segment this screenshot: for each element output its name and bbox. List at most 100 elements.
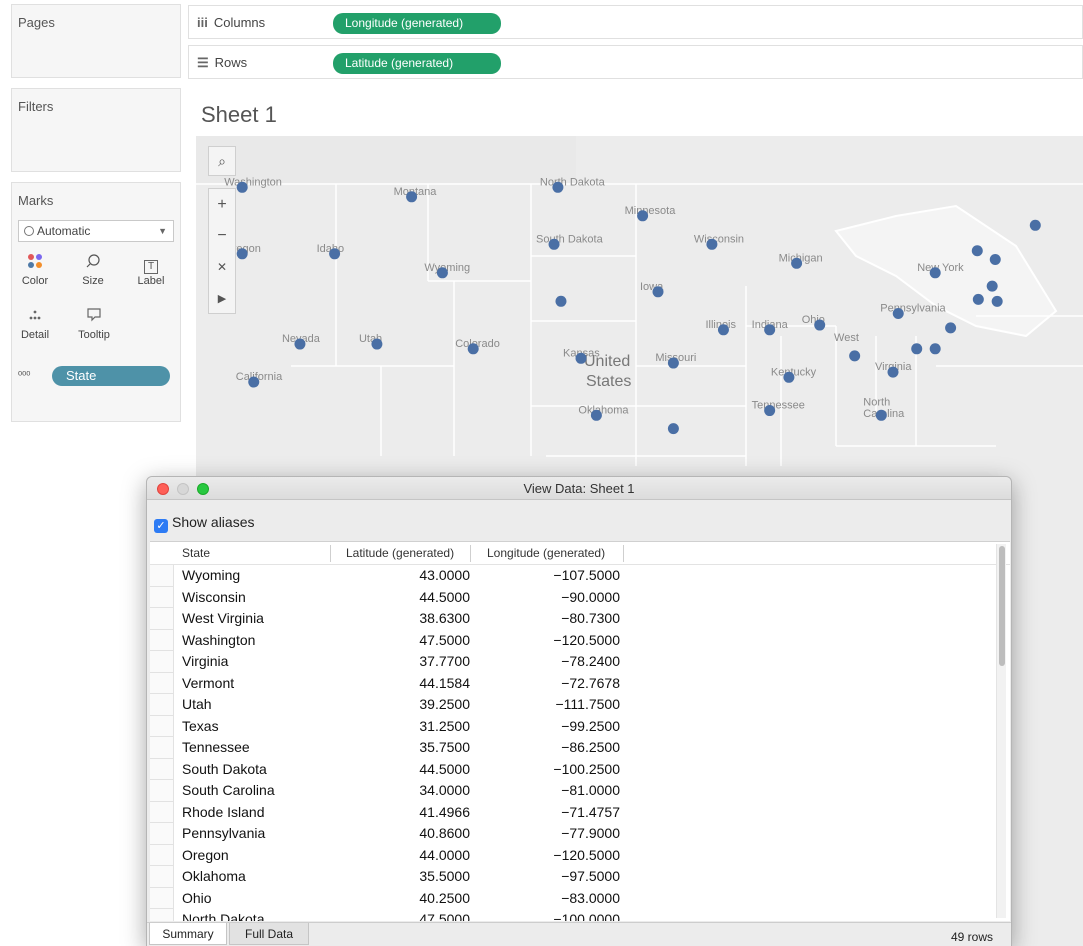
table-row[interactable]: Texas 31.2500 −99.2500 xyxy=(150,715,1010,737)
table-row[interactable]: Oklahoma 35.5000 −97.5000 xyxy=(150,866,1010,888)
detail-card[interactable]: Detail xyxy=(16,307,54,349)
table-row[interactable]: Oregon 44.0000 −120.5000 xyxy=(150,844,1010,866)
state-mark[interactable] xyxy=(467,343,479,355)
row-header[interactable] xyxy=(150,887,174,909)
table-row[interactable]: Ohio 40.2500 −83.0000 xyxy=(150,887,1010,909)
state-mark[interactable] xyxy=(652,286,664,298)
row-header[interactable] xyxy=(150,565,174,587)
tab-full-data[interactable]: Full Data xyxy=(229,923,309,945)
size-card[interactable]: Size xyxy=(74,253,112,295)
state-mark[interactable] xyxy=(849,350,861,362)
filters-pane[interactable]: Filters xyxy=(11,88,181,172)
pages-pane[interactable]: Pages xyxy=(11,4,181,78)
show-aliases-checkbox[interactable]: ✓ Show aliases xyxy=(154,514,255,533)
mark-type-dropdown[interactable]: Automatic ▼ xyxy=(18,220,174,242)
table-row[interactable]: West Virginia 38.6300 −80.7300 xyxy=(150,608,1010,630)
state-mark[interactable] xyxy=(1029,219,1041,231)
state-mark[interactable] xyxy=(667,357,679,369)
state-mark[interactable] xyxy=(929,267,941,279)
state-mark[interactable] xyxy=(329,248,341,260)
color-card[interactable]: Color xyxy=(16,253,54,295)
table-row[interactable]: North Dakota 47.5000 −100.0000 xyxy=(150,909,1010,921)
state-mark[interactable] xyxy=(236,248,248,260)
state-mark[interactable] xyxy=(436,267,448,279)
zoom-in-button[interactable]: + xyxy=(209,189,235,220)
row-header[interactable] xyxy=(150,909,174,921)
row-header[interactable] xyxy=(150,586,174,608)
state-mark[interactable] xyxy=(555,295,567,307)
label-card[interactable]: T Label xyxy=(132,253,170,295)
row-header[interactable] xyxy=(150,780,174,802)
table-row[interactable]: Virginia 37.7700 −78.2400 xyxy=(150,651,1010,673)
columns-shelf[interactable]: iii Columns Longitude (generated) xyxy=(188,5,1083,39)
state-mark[interactable] xyxy=(764,324,776,336)
row-header[interactable] xyxy=(150,608,174,630)
state-mark[interactable] xyxy=(590,409,602,421)
state-mark[interactable] xyxy=(667,423,679,435)
state-mark[interactable] xyxy=(791,257,803,269)
state-mark[interactable] xyxy=(764,405,776,417)
state-mark[interactable] xyxy=(294,338,306,350)
state-mark[interactable] xyxy=(971,245,983,257)
table-row[interactable]: Wyoming 43.0000 −107.5000 xyxy=(150,565,1010,587)
state-mark[interactable] xyxy=(548,238,560,250)
state-field-pill[interactable]: State xyxy=(52,366,170,386)
table-scrollbar[interactable] xyxy=(996,544,1006,918)
row-header[interactable] xyxy=(150,715,174,737)
table-row[interactable]: Rhode Island 41.4966 −71.4757 xyxy=(150,801,1010,823)
table-row[interactable]: Wisconsin 44.5000 −90.0000 xyxy=(150,586,1010,608)
table-row[interactable]: South Carolina 34.0000 −81.0000 xyxy=(150,780,1010,802)
row-header[interactable] xyxy=(150,672,174,694)
state-mark[interactable] xyxy=(575,352,587,364)
state-mark[interactable] xyxy=(945,322,957,334)
state-mark[interactable] xyxy=(972,293,984,305)
column-divider[interactable] xyxy=(623,545,624,562)
row-header[interactable] xyxy=(150,866,174,888)
latitude-pill[interactable]: Latitude (generated) xyxy=(333,53,501,74)
row-header[interactable] xyxy=(150,694,174,716)
table-row[interactable]: Vermont 44.1584 −72.7678 xyxy=(150,672,1010,694)
dialog-titlebar[interactable]: View Data: Sheet 1 xyxy=(147,477,1011,500)
row-header[interactable] xyxy=(150,651,174,673)
state-mark[interactable] xyxy=(814,319,826,331)
row-header[interactable] xyxy=(150,629,174,651)
state-mark[interactable] xyxy=(989,254,1001,265)
map-search-button[interactable]: ⌕ xyxy=(208,146,236,176)
row-header[interactable] xyxy=(150,844,174,866)
state-mark[interactable] xyxy=(248,376,260,388)
state-mark[interactable] xyxy=(783,371,795,383)
col-header-longitude[interactable]: Longitude (generated) xyxy=(487,546,605,560)
table-row[interactable]: Utah 39.2500 −111.7500 xyxy=(150,694,1010,716)
row-header[interactable] xyxy=(150,737,174,759)
col-header-state[interactable]: State xyxy=(182,546,210,560)
state-mark[interactable] xyxy=(637,210,649,222)
table-row[interactable]: Pennsylvania 40.8600 −77.9000 xyxy=(150,823,1010,845)
longitude-pill[interactable]: Longitude (generated) xyxy=(333,13,501,34)
tooltip-card[interactable]: Tooltip xyxy=(72,307,116,349)
tab-summary[interactable]: Summary xyxy=(149,923,227,945)
scrollbar-thumb[interactable] xyxy=(999,546,1005,666)
table-row[interactable]: Tennessee 35.7500 −86.2500 xyxy=(150,737,1010,759)
state-mark[interactable] xyxy=(892,307,904,319)
col-header-latitude[interactable]: Latitude (generated) xyxy=(346,546,454,560)
row-header[interactable] xyxy=(150,823,174,845)
state-mark[interactable] xyxy=(371,338,383,350)
state-mark[interactable] xyxy=(717,324,729,336)
expand-toolbar-button[interactable]: ▶ xyxy=(209,282,235,313)
state-mark[interactable] xyxy=(875,409,887,421)
state-mark[interactable] xyxy=(911,343,923,355)
pin-map-button[interactable]: ✕ xyxy=(209,251,235,282)
rows-shelf[interactable]: ☰ Rows Latitude (generated) xyxy=(188,45,1083,79)
column-divider[interactable] xyxy=(470,545,471,562)
state-mark[interactable] xyxy=(887,366,899,378)
state-mark[interactable] xyxy=(236,181,248,193)
state-mark[interactable] xyxy=(552,181,564,193)
state-mark[interactable] xyxy=(986,280,998,292)
zoom-out-button[interactable]: − xyxy=(209,220,235,251)
state-mark[interactable] xyxy=(706,238,718,250)
row-header[interactable] xyxy=(150,758,174,780)
row-header[interactable] xyxy=(150,801,174,823)
table-row[interactable]: Washington 47.5000 −120.5000 xyxy=(150,629,1010,651)
table-row[interactable]: South Dakota 44.5000 −100.2500 xyxy=(150,758,1010,780)
state-mark[interactable] xyxy=(991,295,1003,307)
